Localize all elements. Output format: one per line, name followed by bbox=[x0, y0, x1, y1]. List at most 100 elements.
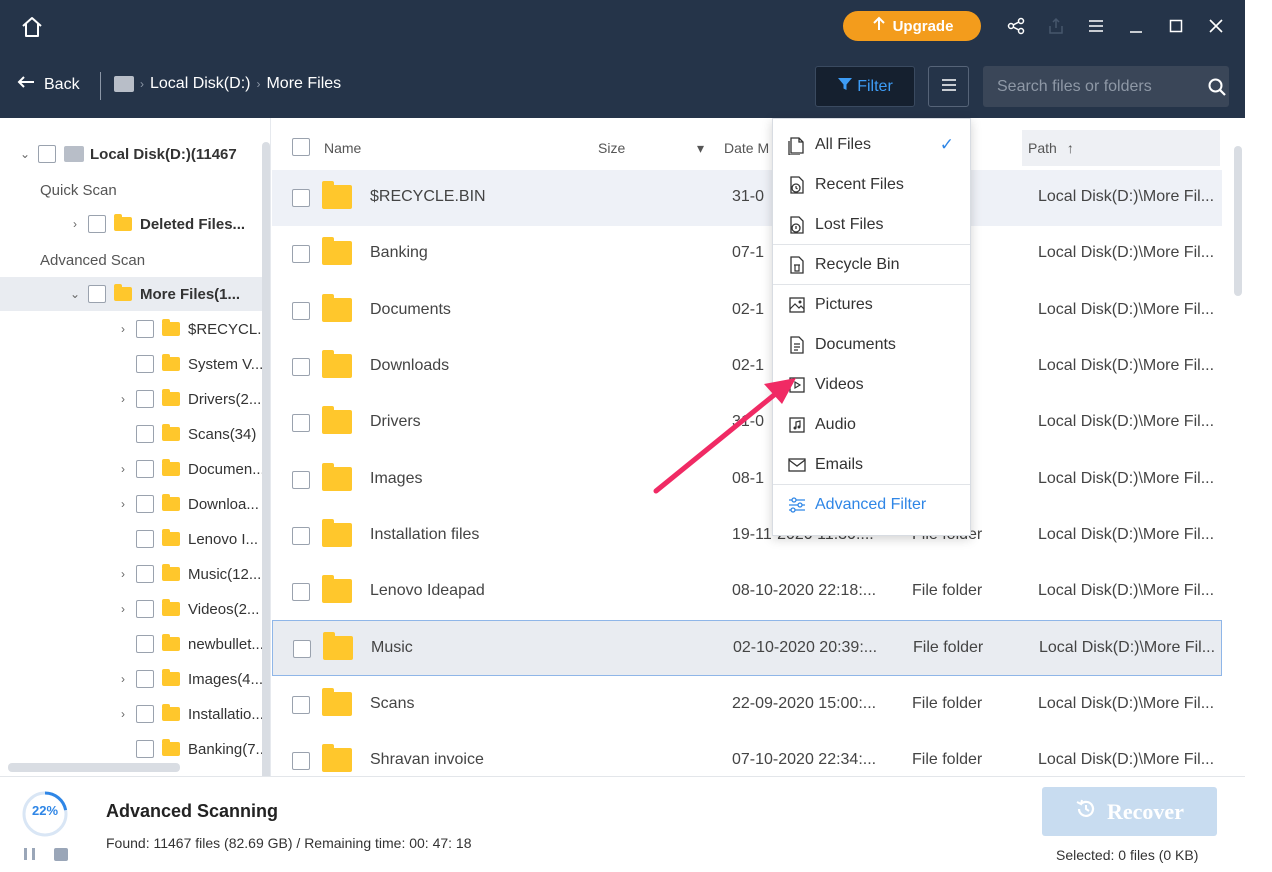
stop-icon[interactable] bbox=[54, 848, 68, 861]
chevron-right-icon[interactable]: › bbox=[116, 392, 130, 406]
tree-item[interactable]: › Music(12... bbox=[116, 557, 261, 591]
checkbox[interactable] bbox=[136, 670, 154, 688]
checkbox[interactable] bbox=[292, 245, 310, 264]
chevron-right-icon[interactable]: › bbox=[116, 462, 130, 476]
tree-item-root[interactable]: ⌄ Local Disk(D:)(11467 bbox=[18, 137, 237, 171]
table-row[interactable]: Lenovo Ideapad 08-10-2020 22:18:... File f… bbox=[272, 564, 1222, 620]
filter-item-videos[interactable]: Videos bbox=[773, 365, 970, 405]
chevron-right-icon[interactable]: › bbox=[116, 497, 130, 511]
filter-item-recent-files[interactable]: Recent Files bbox=[773, 165, 970, 205]
tree-item[interactable]: › Videos(2... bbox=[116, 592, 259, 626]
tree-item[interactable]: › Documen... bbox=[116, 452, 265, 486]
checkbox[interactable] bbox=[136, 600, 154, 618]
chevron-right-icon[interactable]: › bbox=[68, 217, 82, 231]
checkbox[interactable] bbox=[136, 355, 154, 373]
filter-item-pictures[interactable]: Pictures bbox=[773, 285, 970, 325]
checkbox[interactable] bbox=[292, 189, 310, 207]
chevron-right-icon[interactable]: › bbox=[116, 567, 130, 581]
tree-item[interactable]: newbullet... bbox=[116, 627, 264, 661]
column-header-date[interactable]: Date M bbox=[724, 130, 769, 166]
checkbox[interactable] bbox=[136, 705, 154, 723]
checkbox[interactable] bbox=[136, 460, 154, 478]
checkbox[interactable] bbox=[136, 635, 154, 653]
close-icon[interactable] bbox=[1205, 14, 1227, 38]
chevron-right-icon[interactable]: › bbox=[116, 602, 130, 616]
tree-item[interactable]: › $RECYCL... bbox=[116, 312, 270, 346]
filter-item-all-files[interactable]: All Files ✓ bbox=[773, 125, 970, 165]
tree-item[interactable]: Lenovo I... bbox=[116, 522, 258, 556]
chevron-right-icon[interactable]: › bbox=[116, 672, 130, 686]
checkbox[interactable] bbox=[88, 215, 106, 233]
table-row[interactable]: $RECYCLE.BIN31-0erLocal Disk(D:)\More Fi… bbox=[272, 170, 1222, 226]
checkbox[interactable] bbox=[88, 285, 106, 303]
checkbox[interactable] bbox=[292, 526, 310, 545]
tree-item[interactable]: System V... bbox=[116, 347, 263, 381]
table-row[interactable]: Music 02-10-2020 20:39:... File folder Loca… bbox=[272, 620, 1222, 677]
checkbox[interactable] bbox=[292, 301, 310, 320]
checkbox[interactable] bbox=[136, 530, 154, 548]
tree-item[interactable]: Scans(34) bbox=[116, 417, 256, 451]
checkbox[interactable] bbox=[292, 470, 310, 489]
tree-item[interactable]: Banking(7... bbox=[116, 732, 268, 766]
checkbox[interactable] bbox=[292, 695, 310, 714]
column-header-name[interactable]: Name bbox=[324, 130, 361, 166]
chevron-down-icon[interactable]: ⌄ bbox=[68, 287, 82, 301]
tree-item[interactable]: › Installatio... bbox=[116, 697, 264, 731]
table-row[interactable]: Banking07-1erLocal Disk(D:)\More Fil... bbox=[272, 226, 1222, 282]
filter-item-recycle-bin[interactable]: Recycle Bin bbox=[773, 245, 970, 285]
menu-icon[interactable] bbox=[1085, 14, 1107, 38]
checkbox[interactable] bbox=[292, 583, 310, 602]
select-all-checkbox[interactable] bbox=[292, 138, 310, 156]
tree-item[interactable]: › Drivers(2... bbox=[116, 382, 261, 416]
table-row[interactable]: Shravan invoice 07-10-2020 22:34:... File … bbox=[272, 733, 1222, 776]
checkbox[interactable] bbox=[136, 425, 154, 443]
filter-item-emails[interactable]: Emails bbox=[773, 445, 970, 485]
checkbox[interactable] bbox=[136, 565, 154, 583]
checkbox[interactable] bbox=[136, 390, 154, 408]
chevron-right-icon[interactable]: › bbox=[116, 322, 130, 336]
tree-item-deleted-files[interactable]: › Deleted Files... bbox=[68, 207, 245, 241]
table-row[interactable]: Documents02-1erLocal Disk(D:)\More Fil..… bbox=[272, 283, 1222, 339]
minimize-icon[interactable] bbox=[1125, 14, 1147, 38]
pause-icon[interactable] bbox=[23, 847, 37, 861]
checkbox[interactable] bbox=[38, 145, 56, 163]
checkbox[interactable] bbox=[136, 740, 154, 758]
advanced-filter-item[interactable]: Advanced Filter bbox=[773, 485, 970, 525]
checkbox[interactable] bbox=[292, 752, 310, 770]
filter-button[interactable]: Filter bbox=[815, 66, 915, 107]
upgrade-button[interactable]: Upgrade bbox=[843, 11, 981, 41]
table-row[interactable]: Images08-1erLocal Disk(D:)\More Fil... bbox=[272, 452, 1222, 508]
filter-item-lost-files[interactable]: Lost Files bbox=[773, 205, 970, 245]
tree-horizontal-scrollbar[interactable] bbox=[8, 763, 180, 772]
checkbox[interactable] bbox=[292, 414, 310, 433]
tree-scrollbar[interactable] bbox=[262, 142, 270, 776]
chevron-right-icon[interactable]: › bbox=[116, 707, 130, 721]
recover-button[interactable]: Recover bbox=[1042, 787, 1217, 836]
checkbox[interactable] bbox=[293, 640, 311, 659]
table-row[interactable]: Installation files19-11-2020 11:30:...Fi… bbox=[272, 508, 1222, 564]
breadcrumb-item-folder[interactable]: More Files bbox=[266, 75, 341, 93]
table-row[interactable]: Scans 22-09-2020 15:00:... File folder Loca… bbox=[272, 677, 1222, 733]
back-button[interactable]: Back bbox=[16, 74, 80, 95]
sort-down-icon[interactable]: ▾ bbox=[697, 130, 704, 166]
home-icon[interactable] bbox=[18, 13, 46, 41]
search-icon[interactable] bbox=[1204, 77, 1229, 97]
share-icon[interactable] bbox=[1005, 14, 1027, 38]
tree-item-more-files[interactable]: ⌄ More Files(1... bbox=[0, 277, 263, 311]
export-icon[interactable] bbox=[1045, 14, 1067, 38]
breadcrumb-item-drive[interactable]: Local Disk(D:) bbox=[150, 75, 250, 93]
tree-item[interactable]: › Downloa... bbox=[116, 487, 259, 521]
checkbox[interactable] bbox=[292, 357, 310, 376]
filter-item-audio[interactable]: Audio bbox=[773, 405, 970, 445]
list-view-button[interactable] bbox=[928, 66, 969, 107]
tree-item[interactable]: › Images(4... bbox=[116, 662, 263, 696]
table-scrollbar[interactable] bbox=[1234, 146, 1242, 296]
chevron-down-icon[interactable]: ⌄ bbox=[18, 147, 32, 161]
column-header-path[interactable]: Path ↑ bbox=[1022, 130, 1220, 166]
maximize-icon[interactable] bbox=[1165, 14, 1187, 38]
search-input[interactable] bbox=[983, 66, 1204, 107]
checkbox[interactable] bbox=[136, 320, 154, 338]
filter-item-documents[interactable]: Documents bbox=[773, 325, 970, 365]
checkbox[interactable] bbox=[136, 495, 154, 513]
table-row[interactable]: Drivers31-0erLocal Disk(D:)\More Fil... bbox=[272, 395, 1222, 451]
